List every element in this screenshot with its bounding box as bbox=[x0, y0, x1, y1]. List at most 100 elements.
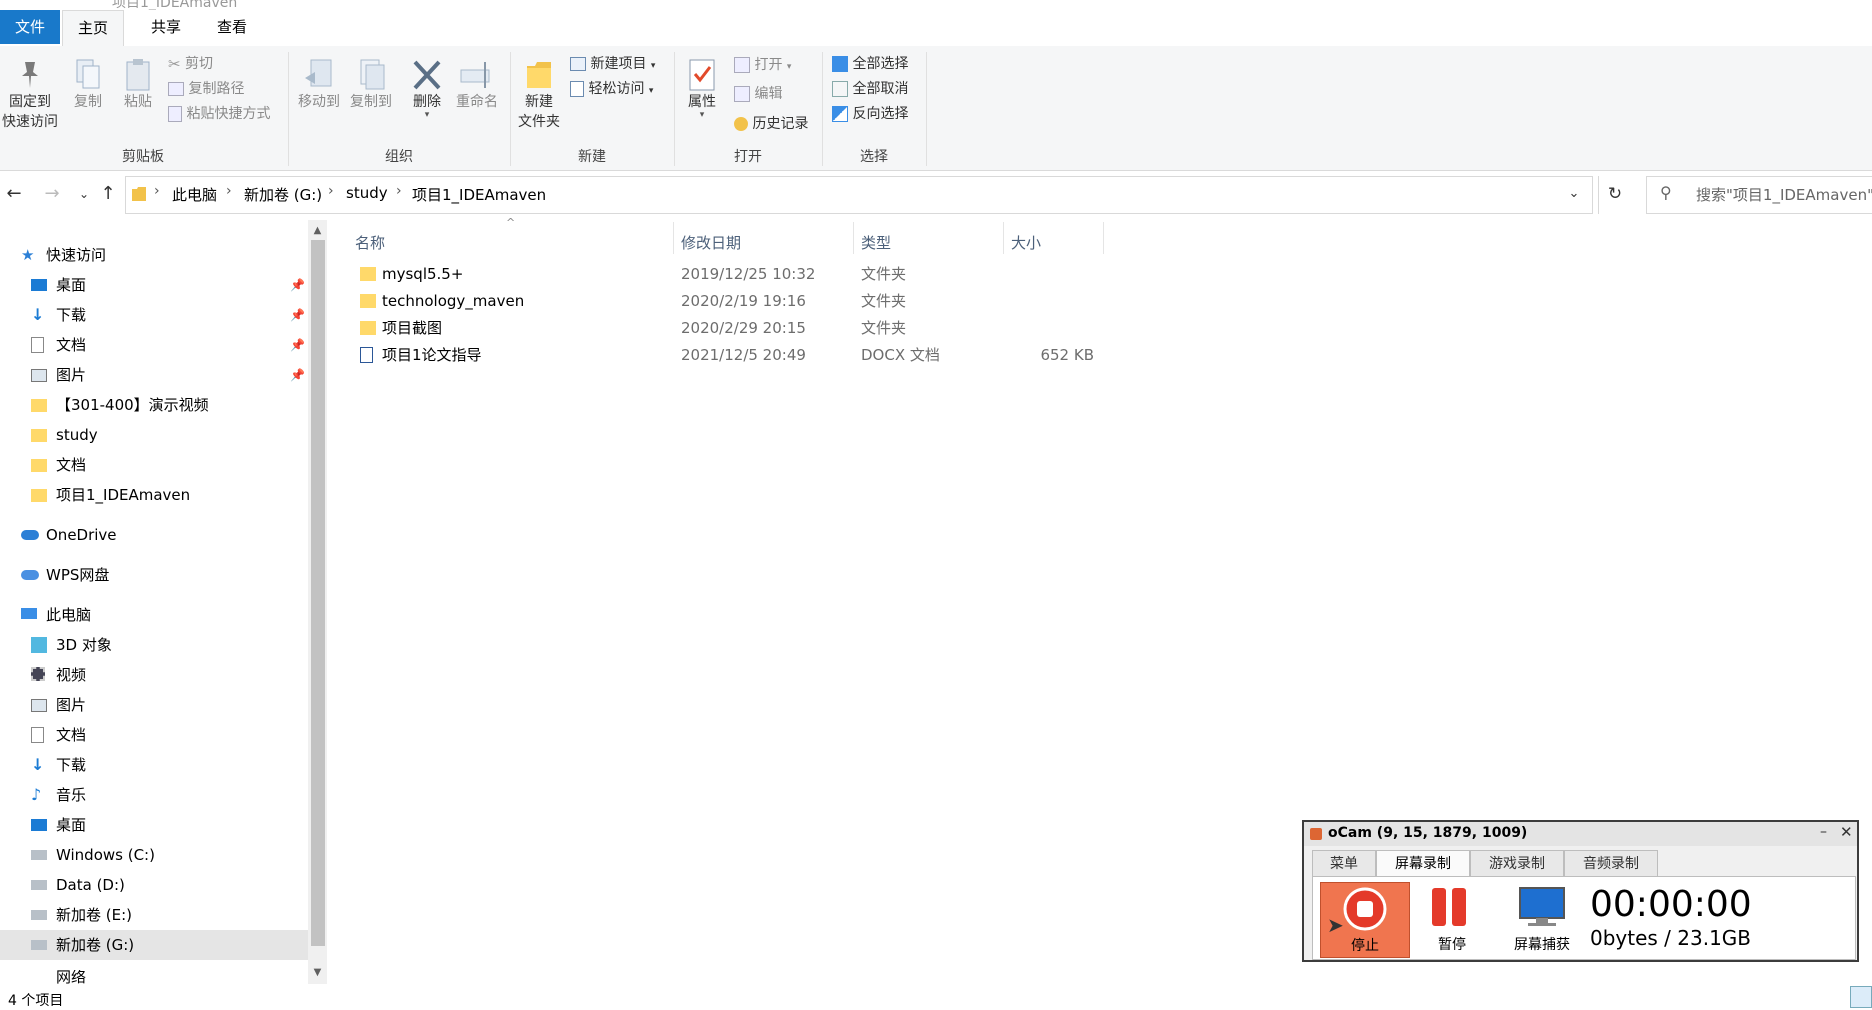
open-button[interactable]: 打开 ▾ bbox=[734, 53, 791, 77]
nav-item-music[interactable]: ♪ 音乐 bbox=[0, 780, 308, 810]
minimize-icon[interactable]: – bbox=[1820, 824, 1827, 840]
nav-item-pictures[interactable]: 图片 📌 bbox=[0, 360, 308, 390]
refresh-icon[interactable]: ↻ bbox=[1603, 182, 1627, 206]
folder-icon bbox=[31, 459, 47, 472]
pin-icon[interactable]: 📌 bbox=[290, 360, 305, 390]
tab-file[interactable]: 文件 bbox=[0, 10, 60, 44]
nav-item-documents[interactable]: 文档 📌 bbox=[0, 330, 308, 360]
file-row[interactable]: 项目截图 2020/2/29 20:15 文件夹 bbox=[350, 315, 1104, 342]
nav-item-downloads[interactable]: ↓ 下载 📌 bbox=[0, 300, 308, 330]
properties-button[interactable]: 属性 ▾ bbox=[680, 58, 724, 120]
nav-item-drive-g[interactable]: 新加卷 (G:) bbox=[0, 930, 308, 960]
tab-share[interactable]: 共享 bbox=[136, 10, 196, 44]
tab-view[interactable]: 查看 bbox=[196, 10, 268, 44]
details-view-icon[interactable] bbox=[1850, 986, 1872, 1008]
close-icon[interactable]: ✕ bbox=[1840, 823, 1853, 841]
computer-icon bbox=[21, 608, 37, 619]
file-row[interactable]: technology_maven 2020/2/19 19:16 文件夹 bbox=[350, 288, 1104, 315]
file-row[interactable]: 项目1论文指导 2021/12/5 20:49 DOCX 文档 652 KB bbox=[350, 342, 1104, 369]
ocam-tab-audio-record[interactable]: 音频录制 bbox=[1564, 850, 1658, 878]
history-button[interactable]: 历史记录 bbox=[734, 112, 808, 136]
copy-button[interactable]: 复制 bbox=[66, 58, 110, 112]
breadcrumb-item-current[interactable]: 项目1_IDEAmaven bbox=[412, 184, 546, 205]
easy-access-label: 轻松访问 bbox=[588, 81, 645, 97]
desktop-icon bbox=[31, 279, 47, 291]
pin-icon[interactable]: 📌 bbox=[290, 270, 305, 300]
pin-icon[interactable]: 📌 bbox=[290, 300, 305, 330]
nav-item-documents[interactable]: 文档 bbox=[0, 720, 308, 750]
column-divider[interactable] bbox=[1003, 222, 1004, 254]
nav-item-desktop[interactable]: 桌面 bbox=[0, 810, 308, 840]
breadcrumb-item-drive-g[interactable]: 新加卷 (G:) bbox=[244, 184, 322, 205]
nav-item-drive-d[interactable]: Data (D:) bbox=[0, 870, 308, 900]
new-folder-button[interactable]: 新建 文件夹 bbox=[514, 58, 564, 132]
breadcrumb-item-this-pc[interactable]: 此电脑 bbox=[172, 184, 217, 205]
breadcrumb-separator: › bbox=[396, 183, 402, 199]
column-header-type[interactable]: 类型 bbox=[861, 228, 891, 258]
new-item-button[interactable]: 新建项目 ▾ bbox=[570, 52, 655, 76]
address-dropdown-chevron-icon[interactable]: ⌄ bbox=[1562, 182, 1586, 206]
nav-wps-drive[interactable]: WPS网盘 bbox=[0, 560, 308, 590]
tab-home[interactable]: 主页 bbox=[62, 10, 124, 47]
copy-to-icon bbox=[360, 59, 385, 90]
delete-button[interactable]: 删除 ▾ bbox=[404, 58, 450, 120]
invert-selection-icon bbox=[832, 106, 848, 122]
column-divider[interactable] bbox=[1103, 222, 1104, 254]
select-all-button[interactable]: 全部选择 bbox=[832, 52, 908, 76]
nav-item-drive-e[interactable]: 新加卷 (E:) bbox=[0, 900, 308, 930]
ocam-pause-button[interactable]: 暂停 bbox=[1412, 882, 1492, 956]
ocam-stop-button[interactable]: ➤ 停止 bbox=[1320, 882, 1410, 958]
scrollbar-thumb[interactable] bbox=[311, 240, 325, 946]
breadcrumb-separator: › bbox=[154, 183, 160, 199]
ocam-tab-menu[interactable]: 菜单 bbox=[1312, 850, 1376, 878]
nav-item-folder[interactable]: 【301-400】演示视频 bbox=[0, 390, 308, 420]
edit-button[interactable]: 编辑 bbox=[734, 82, 782, 106]
forward-arrow-icon[interactable]: → bbox=[40, 182, 64, 206]
back-arrow-icon[interactable]: ← bbox=[2, 182, 26, 206]
move-to-button[interactable]: 移动到 bbox=[294, 58, 344, 112]
nav-item-pictures[interactable]: 图片 bbox=[0, 690, 308, 720]
ocam-title-bar[interactable]: oCam (9, 15, 1879, 1009) – ✕ bbox=[1304, 822, 1857, 846]
ocam-tab-screen-record[interactable]: 屏幕录制 bbox=[1376, 850, 1470, 877]
nav-item-folder[interactable]: study bbox=[0, 420, 308, 450]
column-header-date[interactable]: 修改日期 bbox=[681, 228, 741, 258]
nav-item-desktop[interactable]: 桌面 📌 bbox=[0, 270, 308, 300]
column-divider[interactable] bbox=[853, 222, 854, 254]
nav-item-folder[interactable]: 文档 bbox=[0, 450, 308, 480]
cut-button[interactable]: ✂ 剪切 bbox=[168, 52, 213, 76]
scroll-down-arrow-icon[interactable]: ▼ bbox=[308, 964, 327, 982]
nav-onedrive[interactable]: OneDrive bbox=[0, 520, 308, 550]
paste-button[interactable]: 粘贴 bbox=[116, 58, 160, 112]
nav-label: 此电脑 bbox=[46, 606, 92, 624]
nav-label: 新加卷 (E:) bbox=[56, 906, 133, 924]
copy-to-button[interactable]: 复制到 bbox=[346, 58, 396, 112]
easy-access-button[interactable]: 轻松访问 ▾ bbox=[570, 77, 653, 101]
column-header-size[interactable]: 大小 bbox=[1011, 228, 1041, 258]
recent-locations-chevron-icon[interactable]: ⌄ bbox=[72, 182, 96, 206]
nav-item-videos[interactable]: 视频 bbox=[0, 660, 308, 690]
up-arrow-icon[interactable]: ↑ bbox=[96, 182, 120, 206]
nav-this-pc[interactable]: 此电脑 bbox=[0, 600, 308, 630]
column-header-name[interactable]: 名称 bbox=[355, 228, 385, 258]
nav-item-drive-c[interactable]: Windows (C:) bbox=[0, 840, 308, 870]
ocam-capture-button[interactable]: 屏幕捕获 bbox=[1500, 882, 1584, 956]
nav-quick-access[interactable]: ★ 快速访问 bbox=[0, 240, 308, 270]
rename-button[interactable]: 重命名 bbox=[452, 58, 502, 112]
ocam-tab-game-record[interactable]: 游戏录制 bbox=[1470, 850, 1564, 878]
paste-shortcut-button[interactable]: 粘贴快捷方式 bbox=[168, 102, 270, 126]
nav-network[interactable]: 网络 bbox=[0, 970, 308, 984]
nav-item-downloads[interactable]: ↓ 下载 bbox=[0, 750, 308, 780]
copy-path-button[interactable]: 复制路径 bbox=[168, 77, 244, 101]
pin-quick-access-button[interactable]: 固定到 快速访问 bbox=[0, 58, 60, 132]
nav-label: 下载 bbox=[56, 306, 87, 324]
breadcrumb-item-study[interactable]: study bbox=[346, 184, 388, 202]
nav-item-folder[interactable]: 项目1_IDEAmaven bbox=[0, 480, 308, 510]
column-divider[interactable] bbox=[673, 222, 674, 254]
nav-item-3d-objects[interactable]: 3D 对象 bbox=[0, 630, 308, 660]
copy-icon bbox=[76, 59, 100, 89]
scroll-up-arrow-icon[interactable]: ▲ bbox=[308, 222, 327, 240]
invert-selection-button[interactable]: 反向选择 bbox=[832, 102, 908, 126]
pin-icon[interactable]: 📌 bbox=[290, 330, 305, 360]
select-none-button[interactable]: 全部取消 bbox=[832, 77, 908, 101]
file-row[interactable]: mysql5.5+ 2019/12/25 10:32 文件夹 bbox=[350, 261, 1104, 288]
